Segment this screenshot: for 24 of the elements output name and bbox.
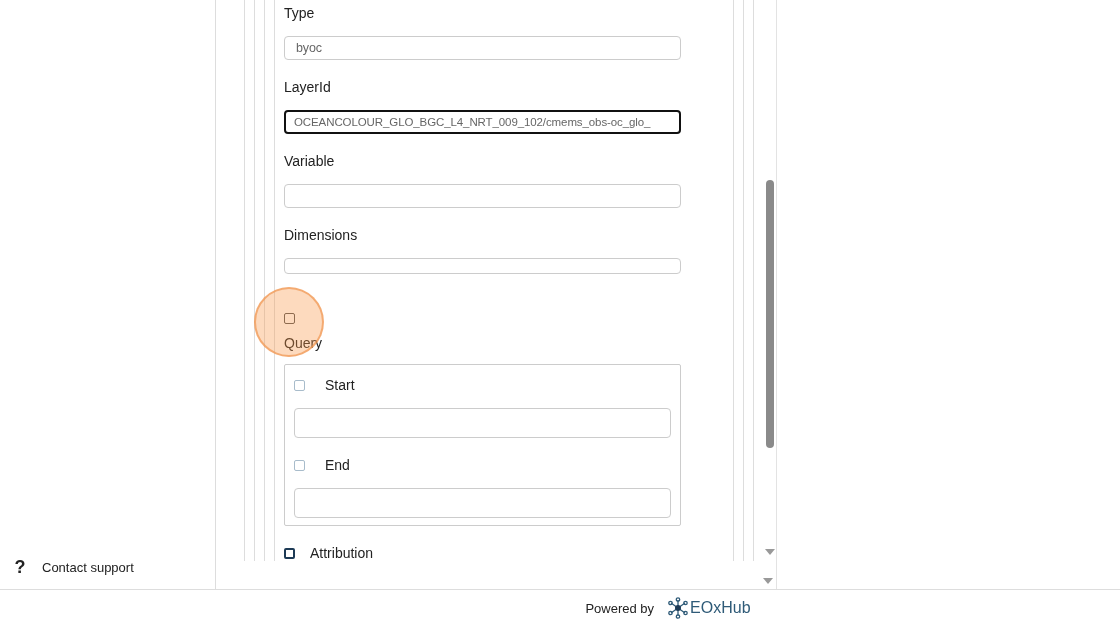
scroll-down-icon[interactable] [765, 549, 775, 555]
input-field[interactable]: OCEANCOLOUR_GLO_BGC_L4_NRT_009_102/cmems_obs-oc_glo_ [284, 109, 681, 135]
input-field[interactable] [294, 408, 671, 438]
brand-name: EOxHub [690, 599, 751, 617]
contact-support-link[interactable]: ? Contact support [12, 555, 215, 579]
powered-by-text: Powered by [585, 600, 655, 616]
checkbox[interactable] [284, 313, 295, 324]
field-label: Variable [284, 152, 336, 172]
checkbox-label: Start [325, 377, 355, 393]
checkbox[interactable] [284, 547, 295, 559]
field-label: Type [284, 4, 316, 23]
checkbox-label: Attribution [310, 545, 374, 561]
field-label: LayerId [284, 77, 332, 97]
field-label: Dimensions [284, 225, 359, 245]
input-field[interactable]: byoc [284, 36, 681, 60]
network-logo-icon [668, 597, 689, 619]
input-field[interactable] [294, 488, 671, 518]
input-field[interactable] [284, 184, 681, 208]
input-field[interactable] [284, 257, 681, 274]
scroll-down-icon[interactable] [763, 578, 773, 584]
checkbox-label: Query [284, 334, 323, 353]
checkbox-label: End [325, 457, 350, 473]
help-icon: ? [12, 556, 28, 578]
scrollbar-thumb[interactable] [766, 180, 774, 448]
